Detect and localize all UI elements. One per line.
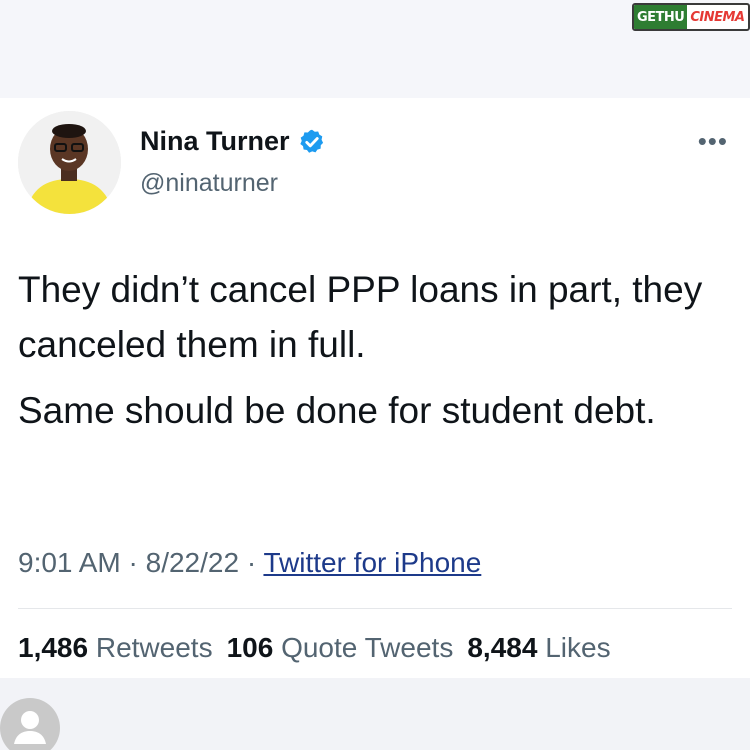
tweet-date[interactable]: 8/22/22 xyxy=(146,547,239,578)
tweet-source-link[interactable]: Twitter for iPhone xyxy=(263,547,481,578)
retweets-count: 1,486 xyxy=(18,632,89,663)
meta-separator: · xyxy=(120,547,146,578)
profile-photo-icon xyxy=(18,111,121,214)
retweets-label: Retweets xyxy=(95,632,213,663)
next-post-avatar-icon[interactable] xyxy=(0,696,62,750)
author-handle[interactable]: @ninaturner xyxy=(140,169,278,198)
watermark-part-1: GETHU xyxy=(634,5,688,29)
tweet-paragraph-1: They didn’t cancel PPP loans in part, th… xyxy=(18,269,703,365)
author-name[interactable]: Nina Turner xyxy=(140,126,290,157)
author-avatar[interactable] xyxy=(18,111,121,214)
retweets-stat[interactable]: 1,486 Retweets xyxy=(18,632,213,663)
quote-tweets-label: Quote Tweets xyxy=(281,632,454,663)
author-name-row: Nina Turner xyxy=(140,126,326,157)
quote-tweets-count: 106 xyxy=(226,632,274,663)
likes-label: Likes xyxy=(545,632,611,663)
next-post-strip xyxy=(0,678,750,750)
tweet-text: They didn’t cancel PPP loans in part, th… xyxy=(18,262,718,449)
tweet-meta: 9:01 AM · 8/22/22 · Twitter for iPhone xyxy=(18,547,481,579)
likes-count: 8,484 xyxy=(467,632,538,663)
default-profile-icon xyxy=(0,698,60,750)
meta-separator: · xyxy=(239,547,264,578)
tweet-stats: 1,486 Retweets 106 Quote Tweets 8,484 Like… xyxy=(18,632,611,664)
verified-badge-icon xyxy=(299,129,323,153)
tweet-paragraph-2: Same should be done for student debt. xyxy=(18,390,656,431)
screenshot-page: GETHU CINEMA Nina Turner @ninaturner •••… xyxy=(0,0,750,750)
watermark-part-2: CINEMA xyxy=(690,9,745,25)
likes-stat[interactable]: 8,484 Likes xyxy=(467,632,610,663)
tweet-time: 9:01 AM xyxy=(18,547,121,578)
watermark-logo: GETHU CINEMA xyxy=(632,3,750,31)
more-options-icon[interactable]: ••• xyxy=(698,128,728,154)
stats-divider xyxy=(18,608,732,609)
quote-tweets-stat[interactable]: 106 Quote Tweets xyxy=(227,632,454,663)
